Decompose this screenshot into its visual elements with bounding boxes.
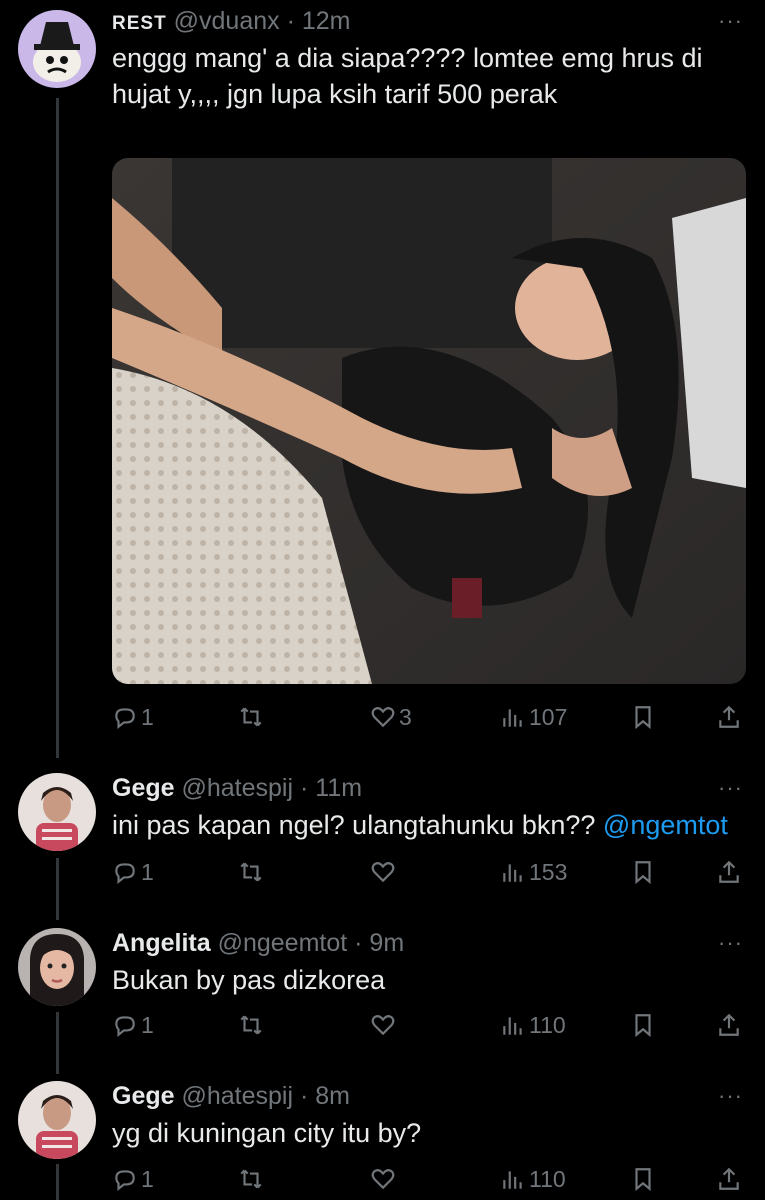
tweet-header: REST @vduanx · 12m (112, 2, 743, 40)
bookmark-icon (635, 1014, 651, 1038)
tweet-text: enggg mang' a dia siapa???? lomtee emg h… (112, 43, 703, 109)
retweet-button[interactable] (238, 1159, 264, 1199)
heart-icon (371, 707, 395, 728)
tweet-header: Gege @hatespij · 8m (112, 1077, 743, 1115)
tweet-text: yg di kuningan city itu by? (112, 1118, 422, 1148)
display-name[interactable]: REST (112, 13, 167, 34)
retweet-button[interactable] (238, 697, 264, 737)
views-button[interactable]: 107 (500, 697, 567, 737)
handle[interactable]: @hatespij (181, 774, 293, 802)
reply-button[interactable]: 1 (112, 852, 154, 892)
reply-button[interactable]: 1 (112, 1005, 154, 1045)
tweet-actions: 1 110 (112, 1159, 743, 1199)
mention-link[interactable]: @ngemtot (603, 810, 728, 840)
like-button[interactable]: 3 (370, 697, 412, 737)
bookmark-icon (635, 1168, 651, 1192)
tweet[interactable]: Angelita @ngeemtot · 9m ··· Bukan by pas… (0, 920, 765, 1070)
reply-count: 1 (141, 1011, 154, 1038)
display-name[interactable]: Angelita (112, 929, 211, 957)
view-count: 107 (529, 703, 568, 730)
bookmark-icon (635, 861, 651, 885)
tweet[interactable]: Gege @hatespij · 11m ··· ini pas kapan n… (0, 765, 765, 915)
avatar[interactable] (18, 773, 96, 851)
share-button[interactable] (716, 852, 742, 892)
share-button[interactable] (716, 1005, 742, 1045)
share-button[interactable] (716, 1159, 742, 1199)
tweet-actions: 1 153 (112, 852, 743, 892)
views-button[interactable]: 153 (500, 852, 567, 892)
timestamp[interactable]: · 8m (300, 1082, 350, 1110)
more-icon[interactable]: ··· (718, 775, 743, 801)
reply-count: 1 (141, 858, 154, 885)
bookmark-button[interactable] (630, 1159, 656, 1199)
share-icon (719, 860, 739, 883)
tweet-actions: 1 110 (112, 1005, 743, 1045)
display-name[interactable]: Gege (112, 1082, 175, 1110)
like-button[interactable] (370, 1159, 396, 1199)
bookmark-icon (635, 706, 651, 730)
retweet-icon (240, 1015, 262, 1035)
reply-icon (115, 1170, 135, 1192)
views-button[interactable]: 110 (500, 1159, 566, 1199)
like-count: 3 (399, 703, 412, 730)
reply-button[interactable]: 1 (112, 697, 154, 737)
views-icon (503, 864, 522, 882)
heart-icon (371, 862, 395, 883)
retweet-icon (240, 862, 262, 882)
share-icon (719, 705, 739, 728)
retweet-icon (240, 1169, 262, 1189)
avatar[interactable] (18, 928, 96, 1006)
views-button[interactable]: 110 (500, 1005, 566, 1045)
share-icon (719, 1013, 739, 1036)
reply-count: 1 (141, 703, 154, 730)
heart-icon (371, 1169, 395, 1190)
timestamp[interactable]: · 12m (287, 7, 351, 35)
tweet-header: Gege @hatespij · 11m (112, 769, 743, 807)
bookmark-button[interactable] (630, 697, 656, 737)
reply-icon (115, 708, 135, 730)
more-icon[interactable]: ··· (718, 930, 743, 956)
tweet[interactable]: REST @vduanx · 12m ··· enggg mang' a dia… (0, 0, 765, 760)
reply-icon (115, 1016, 135, 1038)
media-image (112, 158, 746, 684)
tweet-text-body: ini pas kapan ngel? ulangtahunku bkn?? (112, 810, 596, 840)
reply-button[interactable]: 1 (112, 1159, 154, 1199)
view-count: 110 (529, 1011, 566, 1038)
view-count: 110 (529, 1165, 566, 1192)
retweet-button[interactable] (238, 852, 264, 892)
avatar[interactable] (18, 1081, 96, 1159)
tweet[interactable]: Gege @hatespij · 8m ··· yg di kuningan c… (0, 1073, 765, 1200)
more-icon[interactable]: ··· (718, 1083, 743, 1109)
avatar[interactable] (18, 10, 96, 88)
share-button[interactable] (716, 697, 742, 737)
views-icon (503, 1017, 522, 1035)
timestamp[interactable]: · 9m (354, 929, 404, 957)
handle[interactable]: @hatespij (181, 1082, 293, 1110)
share-icon (719, 1167, 739, 1190)
reply-count: 1 (141, 1165, 154, 1192)
tweet-media[interactable] (112, 158, 746, 684)
views-icon (503, 709, 522, 727)
display-name[interactable]: Gege (112, 774, 175, 802)
like-button[interactable] (370, 852, 396, 892)
timestamp[interactable]: · 11m (300, 774, 362, 802)
tweet-text: Bukan by pas dizkorea (112, 965, 386, 995)
reply-icon (115, 863, 135, 885)
tweet-header: Angelita @ngeemtot · 9m (112, 924, 743, 962)
tweet-text: ini pas kapan ngel? ulangtahunku bkn?? @… (112, 807, 743, 843)
views-icon (503, 1171, 522, 1189)
bookmark-button[interactable] (630, 1005, 656, 1045)
view-count: 153 (529, 858, 568, 885)
retweet-icon (240, 707, 262, 727)
handle[interactable]: @vduanx (174, 7, 280, 35)
heart-icon (371, 1015, 395, 1036)
retweet-button[interactable] (238, 1005, 264, 1045)
like-button[interactable] (370, 1005, 396, 1045)
handle[interactable]: @ngeemtot (218, 929, 348, 957)
tweet-actions: 1 3 107 (112, 697, 743, 737)
bookmark-button[interactable] (630, 852, 656, 892)
more-icon[interactable]: ··· (718, 8, 743, 34)
